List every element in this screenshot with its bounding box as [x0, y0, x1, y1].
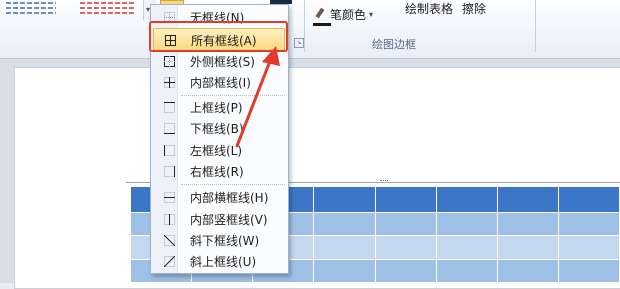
- annotation-arrow-icon: [235, 46, 280, 148]
